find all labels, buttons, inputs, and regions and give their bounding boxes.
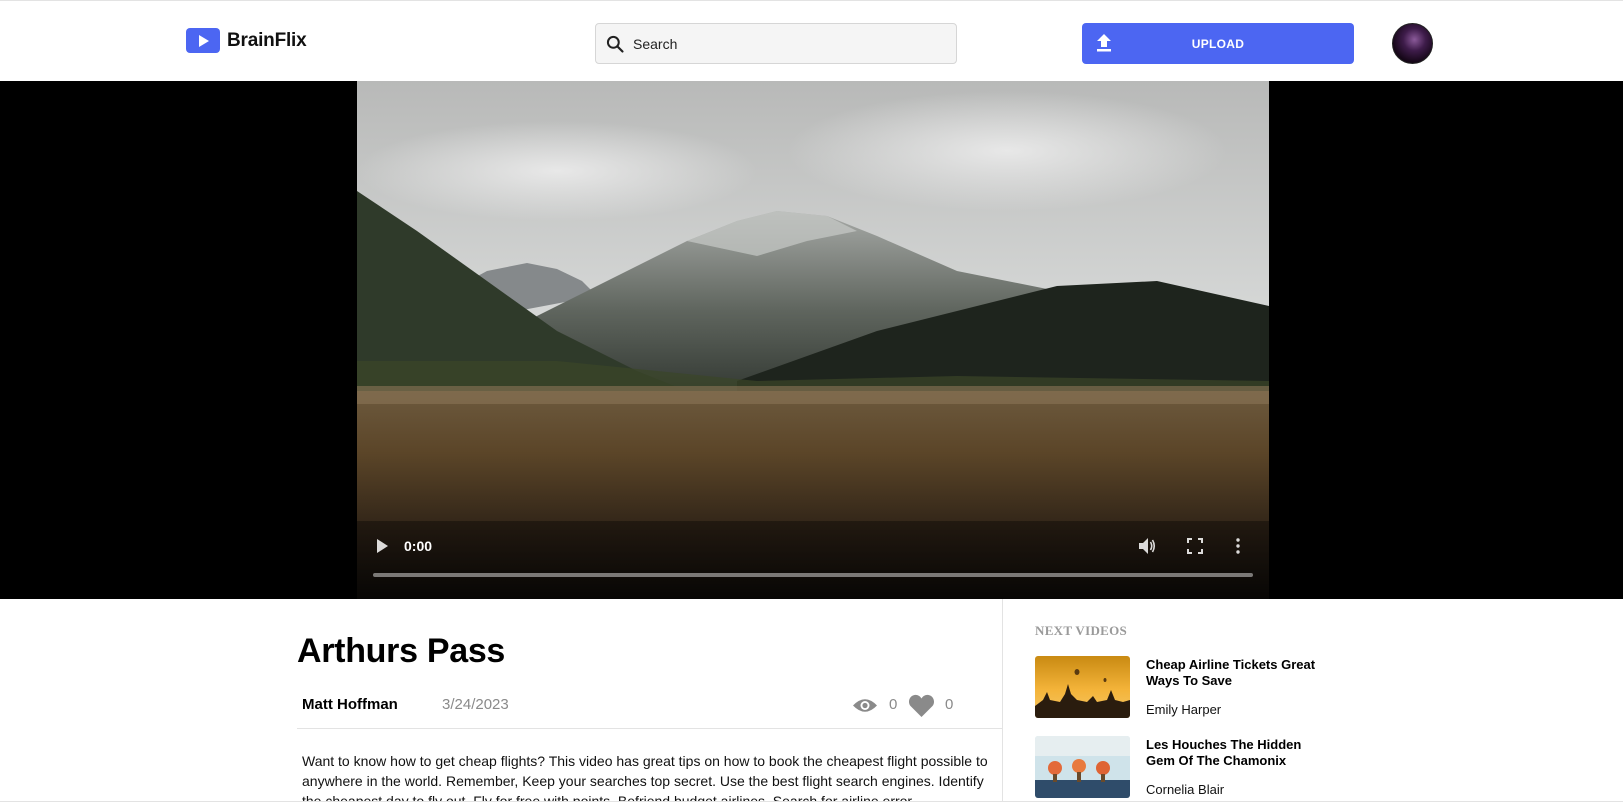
upload-label: UPLOAD: [1191, 36, 1245, 51]
next-video-item[interactable]: Les Houches The Hidden Gem Of The Chamon…: [1035, 736, 1325, 798]
current-time: 0:00: [404, 538, 433, 554]
next-video-title: Cheap Airline Tickets Great Ways To Save: [1146, 657, 1316, 688]
views-count: 0: [889, 696, 898, 713]
fullscreen-icon[interactable]: [1186, 537, 1204, 555]
video-date: 3/24/2023: [442, 696, 509, 713]
content-divider: [1002, 599, 1003, 801]
upload-icon: [1097, 34, 1111, 52]
logo-text: BrainFlix: [227, 29, 307, 51]
heart-icon[interactable]: [908, 693, 935, 718]
next-video-author: Cornelia Blair: [1146, 782, 1225, 797]
likes-count: 0: [945, 696, 954, 713]
video-description: Want to know how to get cheap flights? T…: [302, 753, 988, 802]
upload-button[interactable]: UPLOAD: [1082, 23, 1354, 64]
play-icon: [186, 28, 220, 53]
avatar[interactable]: [1392, 23, 1433, 64]
search-input[interactable]: [633, 35, 933, 52]
next-video-author: Emily Harper: [1146, 702, 1222, 717]
search-icon: [606, 35, 624, 53]
next-video-thumbnail: [1035, 736, 1130, 798]
next-video-item[interactable]: Cheap Airline Tickets Great Ways To Save…: [1035, 656, 1325, 718]
volume-icon[interactable]: [1138, 537, 1156, 555]
next-video-thumbnail: [1035, 656, 1130, 718]
video-player[interactable]: 0:00: [357, 81, 1269, 599]
header: BrainFlix UPLOAD: [0, 1, 1623, 81]
video-section: 0:00: [0, 81, 1623, 599]
more-vertical-icon[interactable]: [1234, 537, 1242, 555]
video-meta: Matt Hoffman 3/24/2023 0 0: [297, 685, 1002, 729]
search-bar: [595, 23, 957, 64]
play-icon[interactable]: [375, 539, 389, 553]
video-controls: 0:00: [357, 521, 1269, 599]
main-content: Arthurs Pass Matt Hoffman 3/24/2023 0 0 …: [0, 599, 1623, 802]
page: BrainFlix UPLOAD: [0, 0, 1623, 802]
video-title: Arthurs Pass: [297, 632, 506, 670]
next-videos-heading: NEXT VIDEOS: [1035, 623, 1128, 638]
video-author: Matt Hoffman: [302, 696, 398, 713]
brainflix-logo[interactable]: BrainFlix: [186, 28, 307, 53]
eye-icon: [853, 699, 877, 712]
progress-bar[interactable]: [373, 573, 1253, 577]
next-video-title: Les Houches The Hidden Gem Of The Chamon…: [1146, 737, 1302, 768]
